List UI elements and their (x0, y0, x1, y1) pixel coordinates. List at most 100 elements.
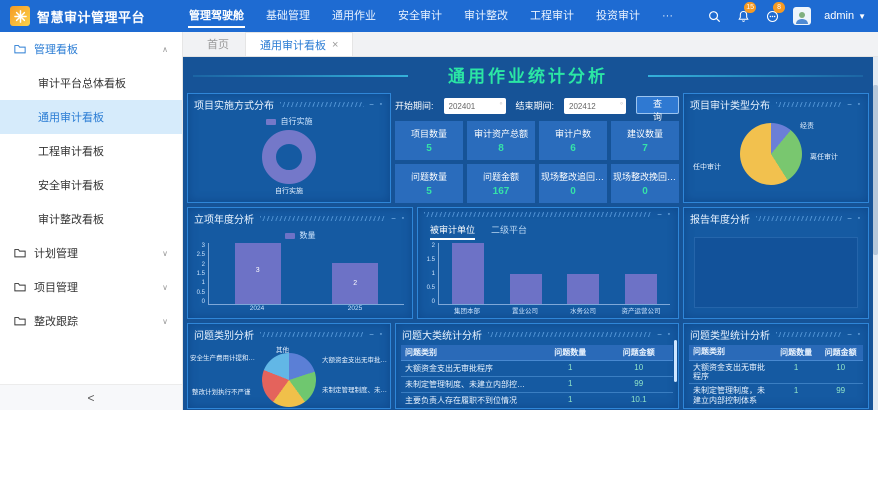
table-row[interactable]: 未制定管理制度、未建立内部控制体系199 (401, 377, 673, 393)
scrollbar-thumb[interactable] (873, 85, 878, 254)
stat-card-label: 现场整改追回资金 (541, 170, 605, 183)
top-navigation: 管理驾驶舱基础管理通用作业安全审计审计整改工程审计投资审计··· (178, 0, 706, 32)
bell-icon[interactable]: 15 (735, 8, 751, 24)
topnav-item-1[interactable]: 基础管理 (255, 0, 321, 32)
panel-deco (280, 102, 364, 107)
panel-audit-type: 项目审计类型分布‒ ▫ 经责离任审计任中审计 (683, 93, 869, 203)
chevron-down-icon: ∨ (162, 283, 168, 292)
tab-close-icon[interactable]: × (332, 39, 338, 51)
pie-label: 任中审计 (693, 162, 721, 172)
tab-secondary-platform[interactable]: 二级平台 (491, 223, 527, 240)
app-title: 智慧审计管理平台 (37, 7, 145, 26)
bar-slot: 2 (307, 243, 405, 304)
legend-label: 自行实施 (281, 116, 313, 127)
stat-card-value: 0 (642, 186, 648, 197)
sidebar-item-0-1[interactable]: 通用审计看板 (0, 100, 182, 134)
pie-label: 整改计划执行不严谨 (192, 386, 251, 396)
x-label: 2024 (208, 305, 306, 316)
pie-label: 安全生产费用计提和使用不规范 (190, 352, 258, 362)
stat-card-0: 项目数量5 (395, 121, 463, 160)
dashboard-scrollbar[interactable] (873, 57, 878, 410)
cell-count: 1 (536, 361, 604, 376)
panel-report-year: 报告年度分析‒ ▫ (683, 207, 869, 319)
col-header: 问题数量 (536, 345, 604, 360)
message-icon[interactable]: 8 (764, 8, 780, 24)
panel-deco (260, 332, 364, 337)
sidebar-menu: 管理看板∧审计平台总体看板通用审计看板工程审计看板安全审计看板审计整改看板计划管… (0, 32, 182, 338)
tab-0[interactable]: 首页 (193, 32, 243, 56)
sidebar-item-0-0[interactable]: 审计平台总体看板 (0, 66, 182, 100)
panel-window-icons: ‒ ▫ (848, 331, 862, 338)
plot-area: 3220242025 (208, 243, 404, 316)
stat-card-1: 审计资产总额8 (467, 121, 535, 160)
sidebar-group-3[interactable]: 整改跟踪∨ (0, 304, 182, 338)
x-axis-labels: 集团本部置业公司水务公司资产运营公司 (438, 305, 670, 316)
panel-window-icons: ‒ ▫ (658, 331, 672, 338)
sidebar-group-0[interactable]: 管理看板∧ (0, 32, 182, 66)
stat-card-value: 7 (642, 143, 648, 154)
start-period-input[interactable] (444, 98, 506, 114)
topnav-item-0[interactable]: 管理驾驶舱 (178, 0, 255, 32)
folder-icon (14, 248, 26, 258)
table-scrollbar[interactable] (674, 340, 677, 382)
topnav-item-3[interactable]: 安全审计 (387, 0, 453, 32)
sidebar-group-2[interactable]: 项目管理∨ (0, 270, 182, 304)
col-header: 问题数量 (774, 345, 819, 360)
top-header: 智慧审计管理平台 管理驾驶舱基础管理通用作业安全审计审计整改工程审计投资审计··… (0, 0, 878, 32)
panel-title: 问题类别分析 (194, 327, 254, 342)
user-menu[interactable]: admin ▼ (824, 10, 866, 22)
username: admin (824, 10, 854, 22)
cell-amount: 99 (818, 384, 863, 406)
folder-icon (14, 282, 26, 292)
report-year-empty (684, 228, 868, 318)
empty-chart-area (694, 237, 858, 308)
bar-value: 3 (235, 267, 281, 274)
search-button[interactable]: 查询 (636, 96, 679, 114)
cell-count: 1 (536, 377, 604, 392)
bar-置业公司 (510, 274, 542, 305)
y-tick: 2.5 (197, 252, 205, 258)
y-tick: 1 (432, 271, 435, 277)
stat-card-value: 0 (570, 186, 576, 197)
panel-deco (776, 102, 842, 107)
dashboard-title: 通用作业统计分析 (448, 62, 608, 87)
y-tick: 2 (432, 243, 435, 249)
search-icon[interactable] (706, 8, 722, 24)
y-axis: 21.510.50 (422, 243, 438, 316)
panel-window-icons: ‒ ▫ (370, 331, 384, 338)
tab-1[interactable]: 通用审计看板× (245, 32, 353, 56)
tab-bar: 首页通用审计看板× (183, 32, 878, 57)
stat-card-2: 审计户数6 (539, 121, 607, 160)
table-row[interactable]: 大额资金支出无审批程序110 (689, 361, 863, 384)
sidebar-item-0-2[interactable]: 工程审计看板 (0, 134, 182, 168)
year-initiated-bar-chart: 32.521.510.503220242025 (188, 241, 412, 318)
end-period-input[interactable] (564, 98, 626, 114)
topnav-item-7[interactable]: ··· (651, 0, 684, 32)
bars: 32 (208, 243, 404, 305)
table-row[interactable]: 大额资金支出无审批程序110 (401, 361, 673, 377)
bar-资产运营公司 (625, 274, 657, 305)
sidebar-collapse-button[interactable]: < (0, 384, 182, 410)
y-axis: 32.521.510.50 (192, 243, 208, 316)
chevron-down-icon: ∨ (162, 317, 168, 326)
cell-amount: 10 (605, 361, 673, 376)
impl-method-chart: 自行实施 自行实施 (188, 114, 390, 202)
tab-audited-units[interactable]: 被审计单位 (430, 223, 475, 240)
caret-down-icon: ▼ (858, 12, 866, 21)
end-period-label: 结束期间: (516, 99, 555, 112)
issue-major-table: 问题类别问题数量问题金额大额资金支出无审批程序110未制定管理制度、未建立内部控… (396, 344, 678, 408)
topnav-item-2[interactable]: 通用作业 (321, 0, 387, 32)
topnav-item-5[interactable]: 工程审计 (519, 0, 585, 32)
topnav-item-4[interactable]: 审计整改 (453, 0, 519, 32)
table-row[interactable]: 主要负责人存在履职不到位情况110.1 (401, 393, 673, 407)
y-tick: 1.5 (197, 271, 205, 277)
user-avatar[interactable] (793, 7, 811, 25)
sidebar-item-0-4[interactable]: 审计整改看板 (0, 202, 182, 236)
issue-type-grid: 问题类别问题数量问题金额大额资金支出无审批程序110未制定管理制度，未建立内部控… (689, 345, 863, 407)
sidebar-group-1[interactable]: 计划管理∨ (0, 236, 182, 270)
table-header-row: 问题类别问题数量问题金额 (401, 345, 673, 361)
x-label: 置业公司 (496, 305, 554, 316)
table-row[interactable]: 未制定管理制度，未建立内部控制体系199 (689, 384, 863, 407)
topnav-item-6[interactable]: 投资审计 (585, 0, 651, 32)
sidebar-item-0-3[interactable]: 安全审计看板 (0, 168, 182, 202)
